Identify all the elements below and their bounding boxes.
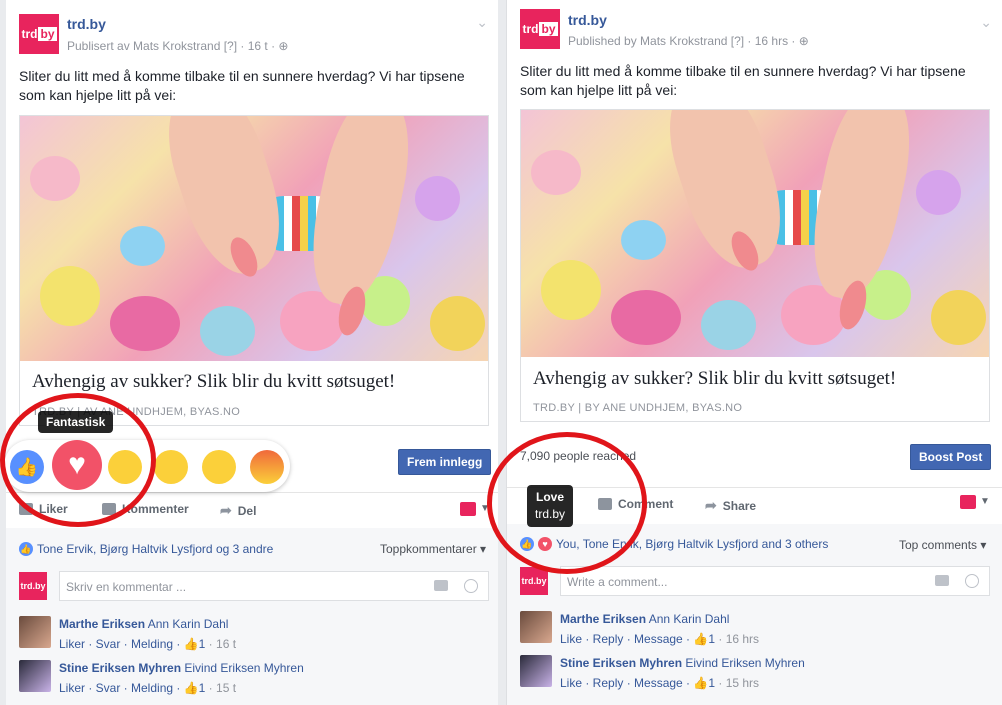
share-icon: ➦ [705,497,717,513]
like-icon: 👍 [183,681,199,695]
post-text: Sliter du litt med å komme tilbake til e… [520,63,966,98]
share-action[interactable]: ➦ Del [220,502,256,519]
like-icon: 👍 [693,632,709,646]
commenter-avatar: trd.by [19,572,47,600]
published-by: Published by Mats Krokstrand [?] · 16 hr… [568,34,799,48]
avatar-text: trd [522,22,539,36]
chevron-down-icon[interactable]: ⌄ [476,14,488,31]
avatar[interactable] [19,616,51,648]
globe-icon: ⊕ [798,34,809,48]
published-by: Publisert av Mats Krokstrand [?] · 16 t … [67,39,279,53]
comment-meta[interactable]: Liker · Svar · Melding · [59,637,184,651]
avatar-text-by: by [38,27,57,41]
comment-placeholder: Write a comment... [567,575,668,589]
avatar-text: trd [21,27,38,41]
likers-summary[interactable]: 👍 Tone Ervik, Bjørg Haltvik Lysfjord og 3… [19,542,273,556]
avatar[interactable] [19,660,51,692]
chevron-down-icon[interactable]: ⌄ [980,14,992,31]
avatar-text-by: by [539,22,558,36]
post-text: Sliter du litt med å komme tilbake til e… [19,68,465,103]
highlight-circle [487,432,647,574]
camera-icon[interactable] [935,575,949,586]
like-reaction-icon: 👍 [19,542,33,556]
comment-actions[interactable]: Liker · Svar · Melding · 👍1 · 15 t [59,681,236,695]
comment-line: Marthe Eriksen Ann Karin Dahl [560,612,729,626]
like-icon: 👍 [183,637,199,651]
top-comments-dropdown[interactable]: Toppkommentarer ▾ [380,542,486,556]
comment-line: Stine Eriksen Myhren Eivind Eriksen Myhr… [59,661,304,675]
link-image[interactable] [20,116,488,361]
comment-actions[interactable]: Liker · Svar · Melding · 👍1 · 16 t [59,637,236,651]
comment-actions[interactable]: Like · Reply · Message · 👍1 · 15 hrs [560,676,759,690]
link-card[interactable]: Avhengig av sukker? Slik blir du kvitt s… [520,109,990,422]
comment-input[interactable]: Skriv en kommentar ... [59,571,489,601]
comment-time[interactable]: 15 t [216,681,236,695]
comment-time[interactable]: 16 t [216,637,236,651]
globe-icon: ⊕ [278,39,289,53]
post-meta: Publisert av Mats Krokstrand [?] · 16 t … [67,39,288,53]
link-source: TRD.BY | BY ANE UNDHJEM, BYAS.NO [533,402,743,414]
sad-reaction-icon[interactable] [202,450,236,484]
comment-author[interactable]: Marthe Eriksen [560,612,646,626]
post-meta: Published by Mats Krokstrand [?] · 16 hr… [568,34,809,48]
link-image[interactable] [521,110,989,357]
comment-time[interactable]: 15 hrs [726,676,759,690]
share-label: Share [722,498,757,513]
avatar[interactable] [520,611,552,643]
comment-author[interactable]: Stine Eriksen Myhren [560,656,682,670]
comment-input[interactable]: Write a comment... [560,566,990,596]
comment-author[interactable]: Stine Eriksen Myhren [59,661,181,675]
comment-time[interactable]: 16 hrs [726,632,759,646]
page-name[interactable]: trd.by [67,16,106,32]
comment-author[interactable]: Marthe Eriksen [59,617,145,631]
chevron-down-icon[interactable]: ▼ [980,496,990,507]
wow-reaction-icon[interactable] [154,450,188,484]
post-right: ⌄ trd by trd.by Published by Mats Krokstr… [506,0,1002,705]
link-title[interactable]: Avhengig av sukker? Slik blir du kvitt s… [533,368,896,390]
likers-text[interactable]: Tone Ervik, Bjørg Haltvik Lysfjord og 3 … [37,542,273,556]
post-left: ⌄ trd by trd.by Publisert av Mats Krokstr… [6,0,498,705]
avatar[interactable] [520,655,552,687]
link-title[interactable]: Avhengig av sukker? Slik blir du kvitt s… [32,371,395,393]
comment-tag[interactable]: Eivind Eriksen Myhren [184,661,303,675]
comment-actions[interactable]: Like · Reply · Message · 👍1 · 16 hrs [560,632,759,646]
link-card[interactable]: Avhengig av sukker? Slik blir du kvitt s… [19,115,489,426]
emoji-icon[interactable] [965,574,979,588]
camera-icon[interactable] [434,580,448,591]
like-icon: 👍 [693,676,709,690]
comment-line: Stine Eriksen Myhren Eivind Eriksen Myhr… [560,656,805,670]
comment-tag[interactable]: Ann Karin Dahl [148,617,229,631]
boost-post-button[interactable]: Frem innlegg [398,449,492,475]
share-action[interactable]: ➦ Share [705,497,756,514]
comment-meta[interactable]: Like · Reply · Message · [560,632,693,646]
angry-reaction-icon[interactable] [250,450,284,484]
emoji-icon[interactable] [464,579,478,593]
comment-placeholder: Skriv en kommentar ... [66,580,187,594]
page-avatar[interactable]: trd by [520,9,560,49]
highlight-circle [0,393,156,527]
boost-post-button[interactable]: Boost Post [910,444,992,470]
page-avatar[interactable]: trd by [19,14,59,54]
top-comments-dropdown[interactable]: Top comments ▾ [899,538,986,552]
page-selector-icon[interactable] [960,495,976,509]
comment-meta[interactable]: Liker · Svar · Melding · [59,681,184,695]
comment-tag[interactable]: Ann Karin Dahl [649,612,730,626]
comment-line: Marthe Eriksen Ann Karin Dahl [59,617,228,631]
page-name[interactable]: trd.by [568,12,607,28]
comment-meta[interactable]: Like · Reply · Message · [560,676,693,690]
share-label: Del [237,503,257,518]
page-selector-icon[interactable] [460,502,476,516]
comment-tag[interactable]: Eivind Eriksen Myhren [685,656,804,670]
share-icon: ➦ [220,502,232,518]
